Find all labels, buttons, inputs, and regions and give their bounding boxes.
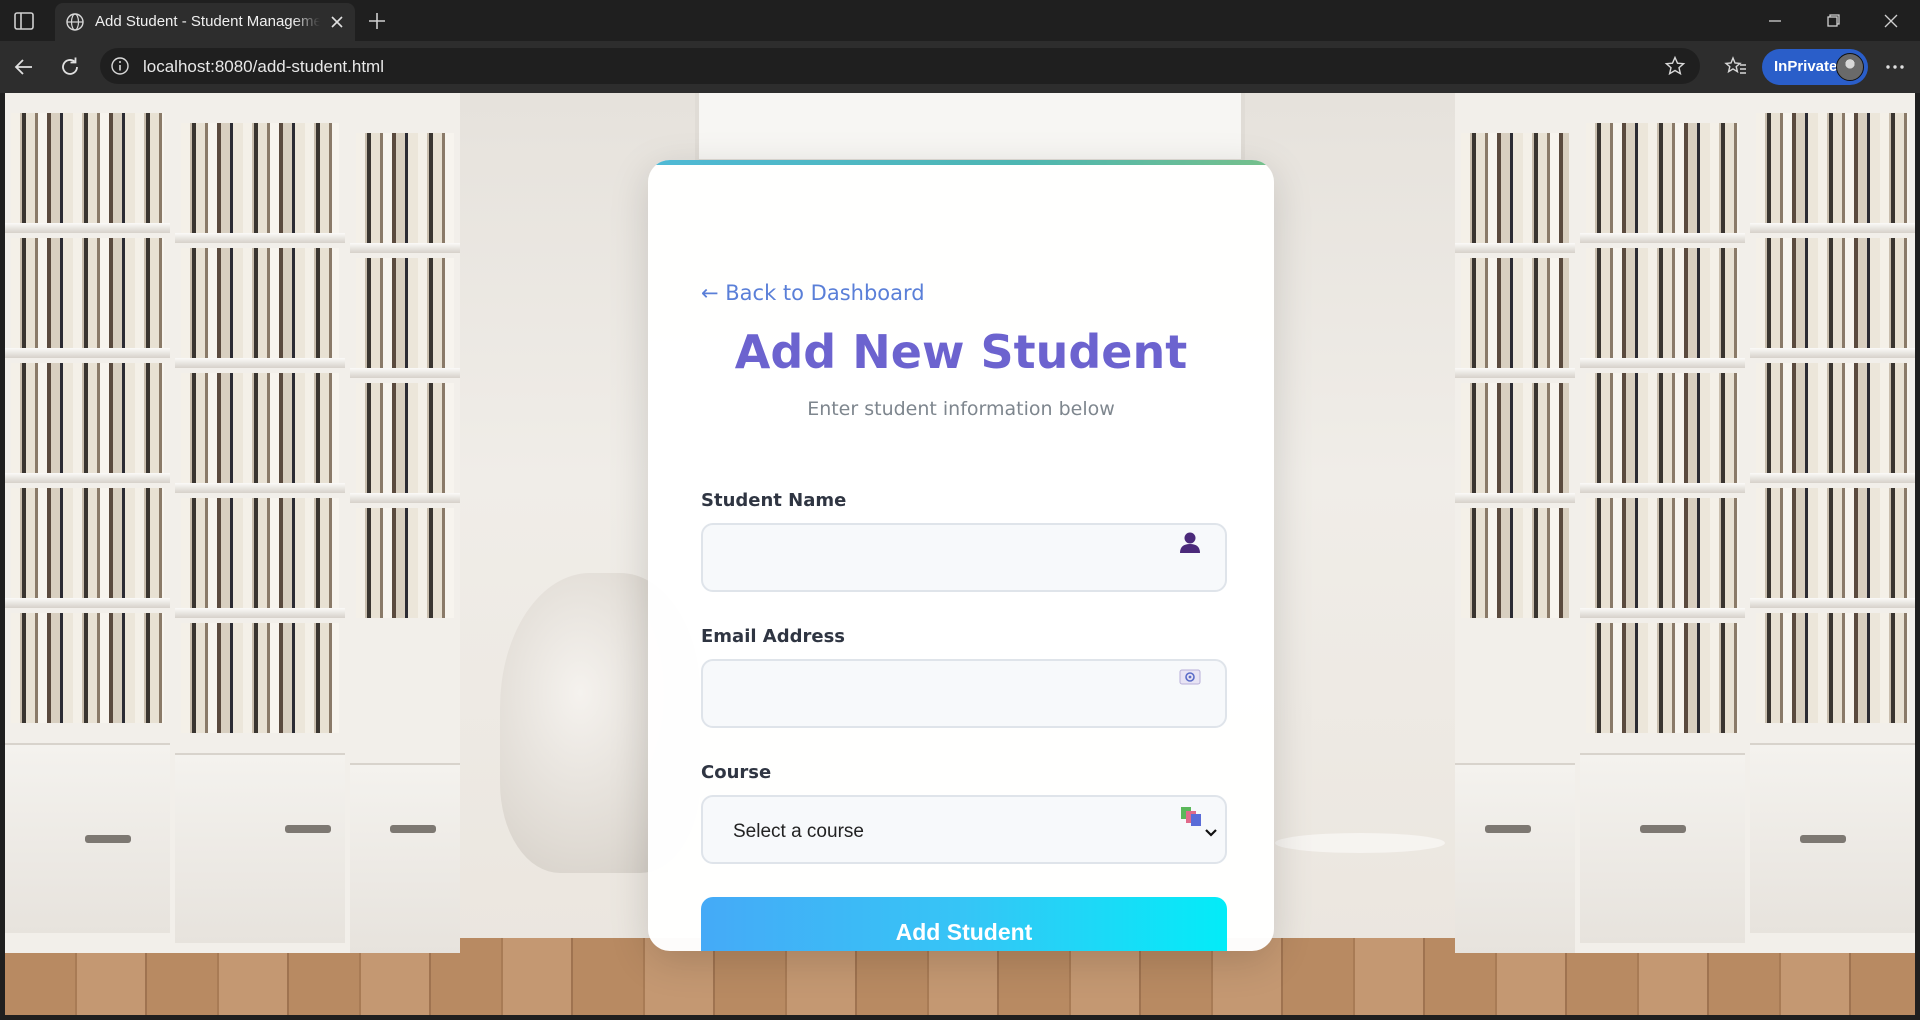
student-name-field <box>701 523 1227 592</box>
student-name-label: Student Name <box>701 490 847 511</box>
email-icon <box>1179 669 1201 685</box>
chevron-down-icon[interactable] <box>1203 824 1219 840</box>
back-arrow-icon[interactable] <box>10 53 38 81</box>
info-icon[interactable] <box>110 56 130 76</box>
url-text[interactable]: localhost:8080/add-student.html <box>143 57 384 77</box>
inprivate-label: InPrivate <box>1774 58 1838 75</box>
address-bar[interactable]: localhost:8080/add-student.html <box>100 48 1700 84</box>
student-name-input[interactable] <box>703 525 1225 590</box>
add-student-card: ← Back to Dashboard Add New Student Ente… <box>648 160 1274 951</box>
page-title: Add New Student <box>734 325 1188 379</box>
add-student-button[interactable]: Add Student <box>701 897 1227 951</box>
back-to-dashboard-link[interactable]: ← Back to Dashboard <box>701 281 925 305</box>
globe-icon <box>66 13 84 31</box>
inprivate-badge[interactable]: InPrivate <box>1762 49 1868 85</box>
tab-title: Add Student - Student Management <box>95 13 320 30</box>
course-selected-value: Select a course <box>733 821 864 842</box>
email-address-label: Email Address <box>701 626 846 647</box>
course-select[interactable]: Select a course <box>701 795 1227 864</box>
browser-toolbar: localhost:8080/add-student.html InPrivat… <box>0 41 1920 93</box>
page-viewport: ← Back to Dashboard Add New Student Ente… <box>5 93 1915 1015</box>
card-accent-bar <box>648 160 1274 165</box>
favorite-star-icon[interactable] <box>1664 55 1686 77</box>
books-icon <box>1181 807 1201 826</box>
course-label: Course <box>701 762 772 783</box>
tab-actions-icon[interactable] <box>12 9 36 33</box>
browser-tab[interactable]: Add Student - Student Management <box>55 3 355 41</box>
restore-icon[interactable] <box>1820 8 1846 34</box>
refresh-icon[interactable] <box>56 53 84 81</box>
close-icon[interactable] <box>327 12 347 32</box>
person-icon <box>1180 532 1200 553</box>
browser-titlebar: Add Student - Student Management <box>0 0 1920 41</box>
email-address-input[interactable] <box>703 661 1225 726</box>
favorites-icon[interactable] <box>1723 54 1749 80</box>
more-options-icon[interactable] <box>1882 54 1908 80</box>
close-window-icon[interactable] <box>1878 8 1904 34</box>
page-subtitle: Enter student information below <box>807 398 1115 420</box>
avatar <box>1836 53 1864 81</box>
minimize-icon[interactable] <box>1762 8 1788 34</box>
new-tab-icon[interactable] <box>364 8 390 34</box>
email-address-field <box>701 659 1227 728</box>
